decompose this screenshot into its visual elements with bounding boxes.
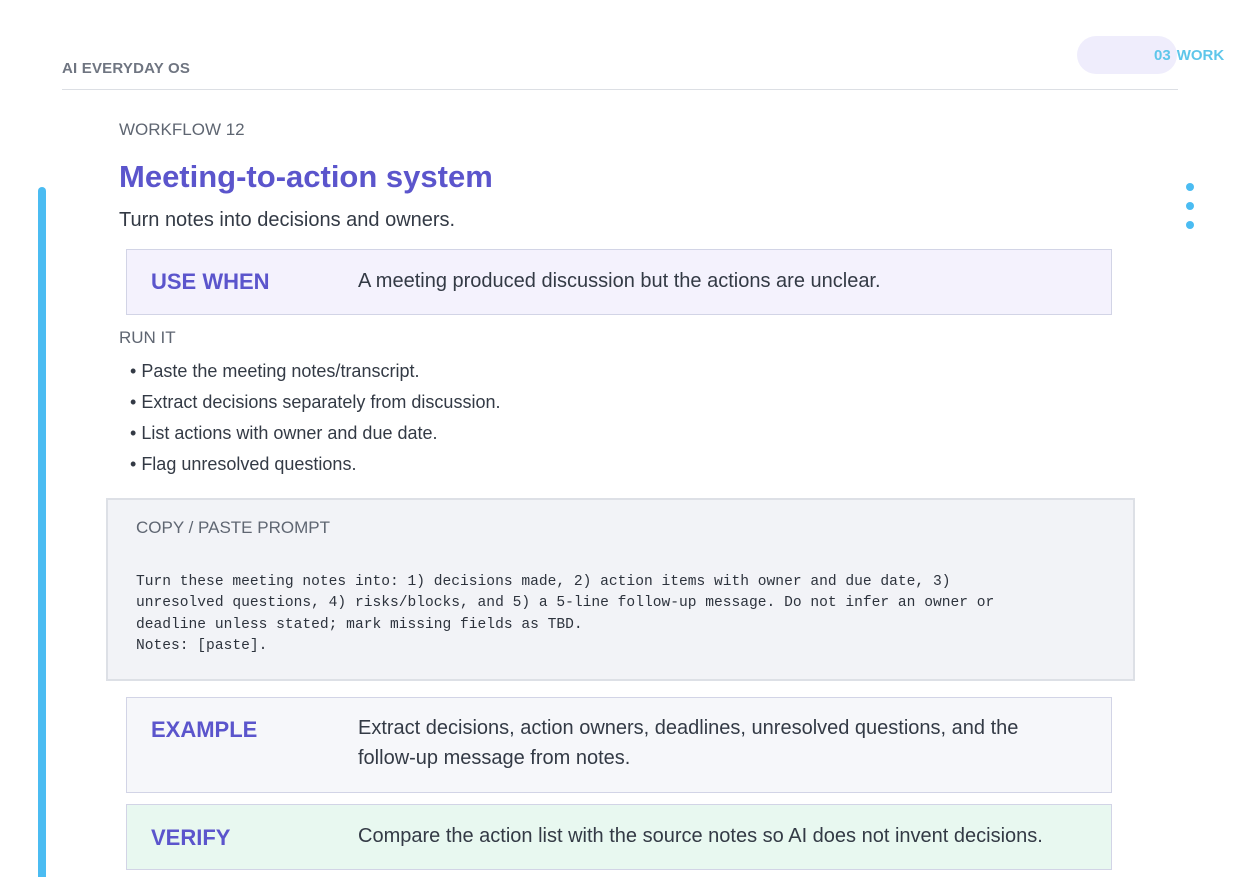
list-item: Extract decisions separately from discus… [130,387,500,418]
example-text: Extract decisions, action owners, deadli… [358,717,1019,769]
prompt-box[interactable]: COPY / PASTE PROMPT Turn these meeting n… [106,498,1135,681]
prompt-label: COPY / PASTE PROMPT [136,518,330,537]
section-name: WORK [1176,47,1225,64]
page-title: Meeting-to-action system [119,159,493,194]
prompt-text[interactable]: Turn these meeting notes into: 1) decisi… [136,572,1096,657]
page-subtitle: Turn notes into decisions and owners. [119,209,456,231]
verify-box: VERIFY Compare the action list with the … [126,804,1112,870]
verify-label: VERIFY [151,825,231,850]
list-item: Paste the meeting notes/transcript. [130,356,500,387]
section-number: 03 [1154,47,1171,64]
verify-text: Compare the action list with the source … [358,825,1043,847]
run-steps-list: Paste the meeting notes/transcript. Extr… [130,356,500,480]
run-it-label: RUN IT [119,328,176,347]
example-label: EXAMPLE [151,717,258,742]
accent-bar [38,187,46,877]
list-item: Flag unresolved questions. [130,449,500,480]
list-item: List actions with owner and due date. [130,418,500,449]
use-when-box: USE WHEN A meeting produced discussion b… [126,249,1112,315]
section-label: 03 WORK [1154,47,1224,64]
header-divider [62,89,1178,90]
brand-label: AI EVERYDAY OS [62,60,191,77]
more-options-icon[interactable] [1186,183,1194,240]
workflow-number: WORKFLOW 12 [119,120,245,139]
use-when-label: USE WHEN [151,269,270,294]
example-box: EXAMPLE Extract decisions, action owners… [126,697,1112,793]
use-when-text: A meeting produced discussion but the ac… [358,270,881,292]
